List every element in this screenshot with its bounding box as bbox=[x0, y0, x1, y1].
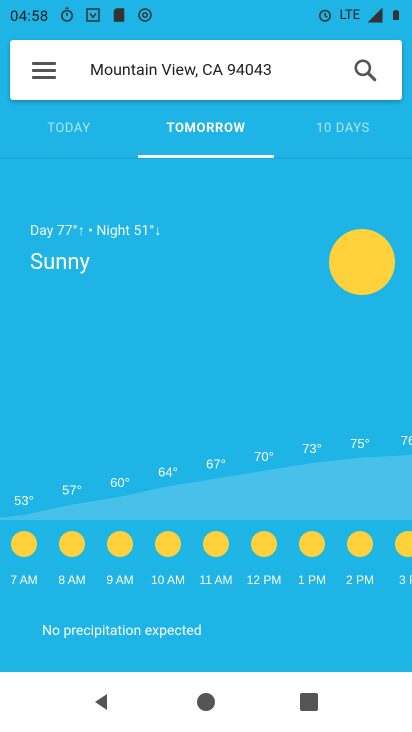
network-type: LTE bbox=[339, 7, 360, 23]
hour-temp-label: 60° bbox=[110, 475, 130, 490]
hour-temp-label: 73° bbox=[302, 441, 322, 456]
search-input[interactable] bbox=[90, 60, 350, 79]
tab-divider bbox=[0, 157, 412, 159]
battery-icon bbox=[393, 10, 399, 20]
hour-time-label: 1 PM bbox=[298, 573, 326, 587]
hour-sun-icon bbox=[11, 531, 37, 557]
signal-icon bbox=[367, 7, 383, 23]
hour-temp-label: 67° bbox=[206, 457, 226, 472]
hour-sun-icon bbox=[203, 531, 229, 557]
tab-bar: TODAY TOMORROW 10 DAYS bbox=[0, 110, 412, 158]
hour-sun-icon bbox=[347, 531, 373, 557]
hour-sun-icon bbox=[107, 531, 133, 557]
status-time: 04:58 bbox=[10, 7, 49, 25]
hour-temp-label: 75° bbox=[350, 436, 370, 451]
sync-icon bbox=[138, 8, 152, 22]
sun-icon bbox=[329, 229, 395, 295]
hour-time-label: 12 PM bbox=[247, 573, 282, 587]
hour-temp-label: 64° bbox=[158, 464, 178, 479]
search-icon[interactable] bbox=[352, 57, 378, 83]
hour-time-label: 9 AM bbox=[106, 573, 133, 587]
hour-sun-icon bbox=[155, 531, 181, 557]
hour-temp-label: 57° bbox=[62, 483, 82, 498]
hour-temp-label: 70° bbox=[254, 449, 274, 464]
hour-sun-icon bbox=[59, 531, 85, 557]
sd-card-icon bbox=[113, 8, 125, 22]
hour-sun-icon bbox=[251, 531, 277, 557]
back-icon[interactable] bbox=[89, 690, 113, 714]
hour-time-label: 3 P bbox=[399, 573, 412, 587]
hour-time-label: 11 AM bbox=[199, 573, 232, 587]
recents-icon[interactable] bbox=[297, 690, 321, 714]
hour-temp-label: 53° bbox=[14, 493, 34, 508]
navigation-bar bbox=[0, 672, 412, 732]
tab-10-days[interactable]: 10 DAYS bbox=[274, 110, 412, 158]
alarm-icon bbox=[318, 9, 331, 22]
hour-time-label: 10 AM bbox=[151, 573, 185, 587]
menu-icon[interactable] bbox=[32, 60, 56, 80]
download-icon bbox=[86, 8, 100, 22]
tab-today[interactable]: TODAY bbox=[0, 110, 138, 158]
hour-temp-label: 76 bbox=[401, 433, 412, 448]
hour-time-label: 2 PM bbox=[346, 573, 374, 587]
chart-band bbox=[0, 520, 412, 600]
tab-tomorrow[interactable]: TOMORROW bbox=[138, 110, 274, 158]
hour-sun-icon bbox=[299, 531, 325, 557]
hour-time-label: 7 AM bbox=[10, 573, 37, 587]
status-bar: 04:58 LTE bbox=[0, 0, 412, 34]
weather-condition: Sunny bbox=[30, 250, 90, 275]
timer-icon bbox=[61, 7, 73, 22]
search-card bbox=[10, 40, 402, 100]
hour-time-label: 8 AM bbox=[58, 573, 85, 587]
home-icon[interactable] bbox=[194, 690, 218, 714]
day-night-temps: Day 77°↑ • Night 51°↓ bbox=[30, 223, 162, 239]
precipitation-text: No precipitation expected bbox=[42, 623, 202, 639]
hourly-temperature-chart: 53° 7 AM 57° 8 AM 60° 9 AM 64° 10 AM 67° 11 AM 70°… bbox=[0, 433, 412, 600]
